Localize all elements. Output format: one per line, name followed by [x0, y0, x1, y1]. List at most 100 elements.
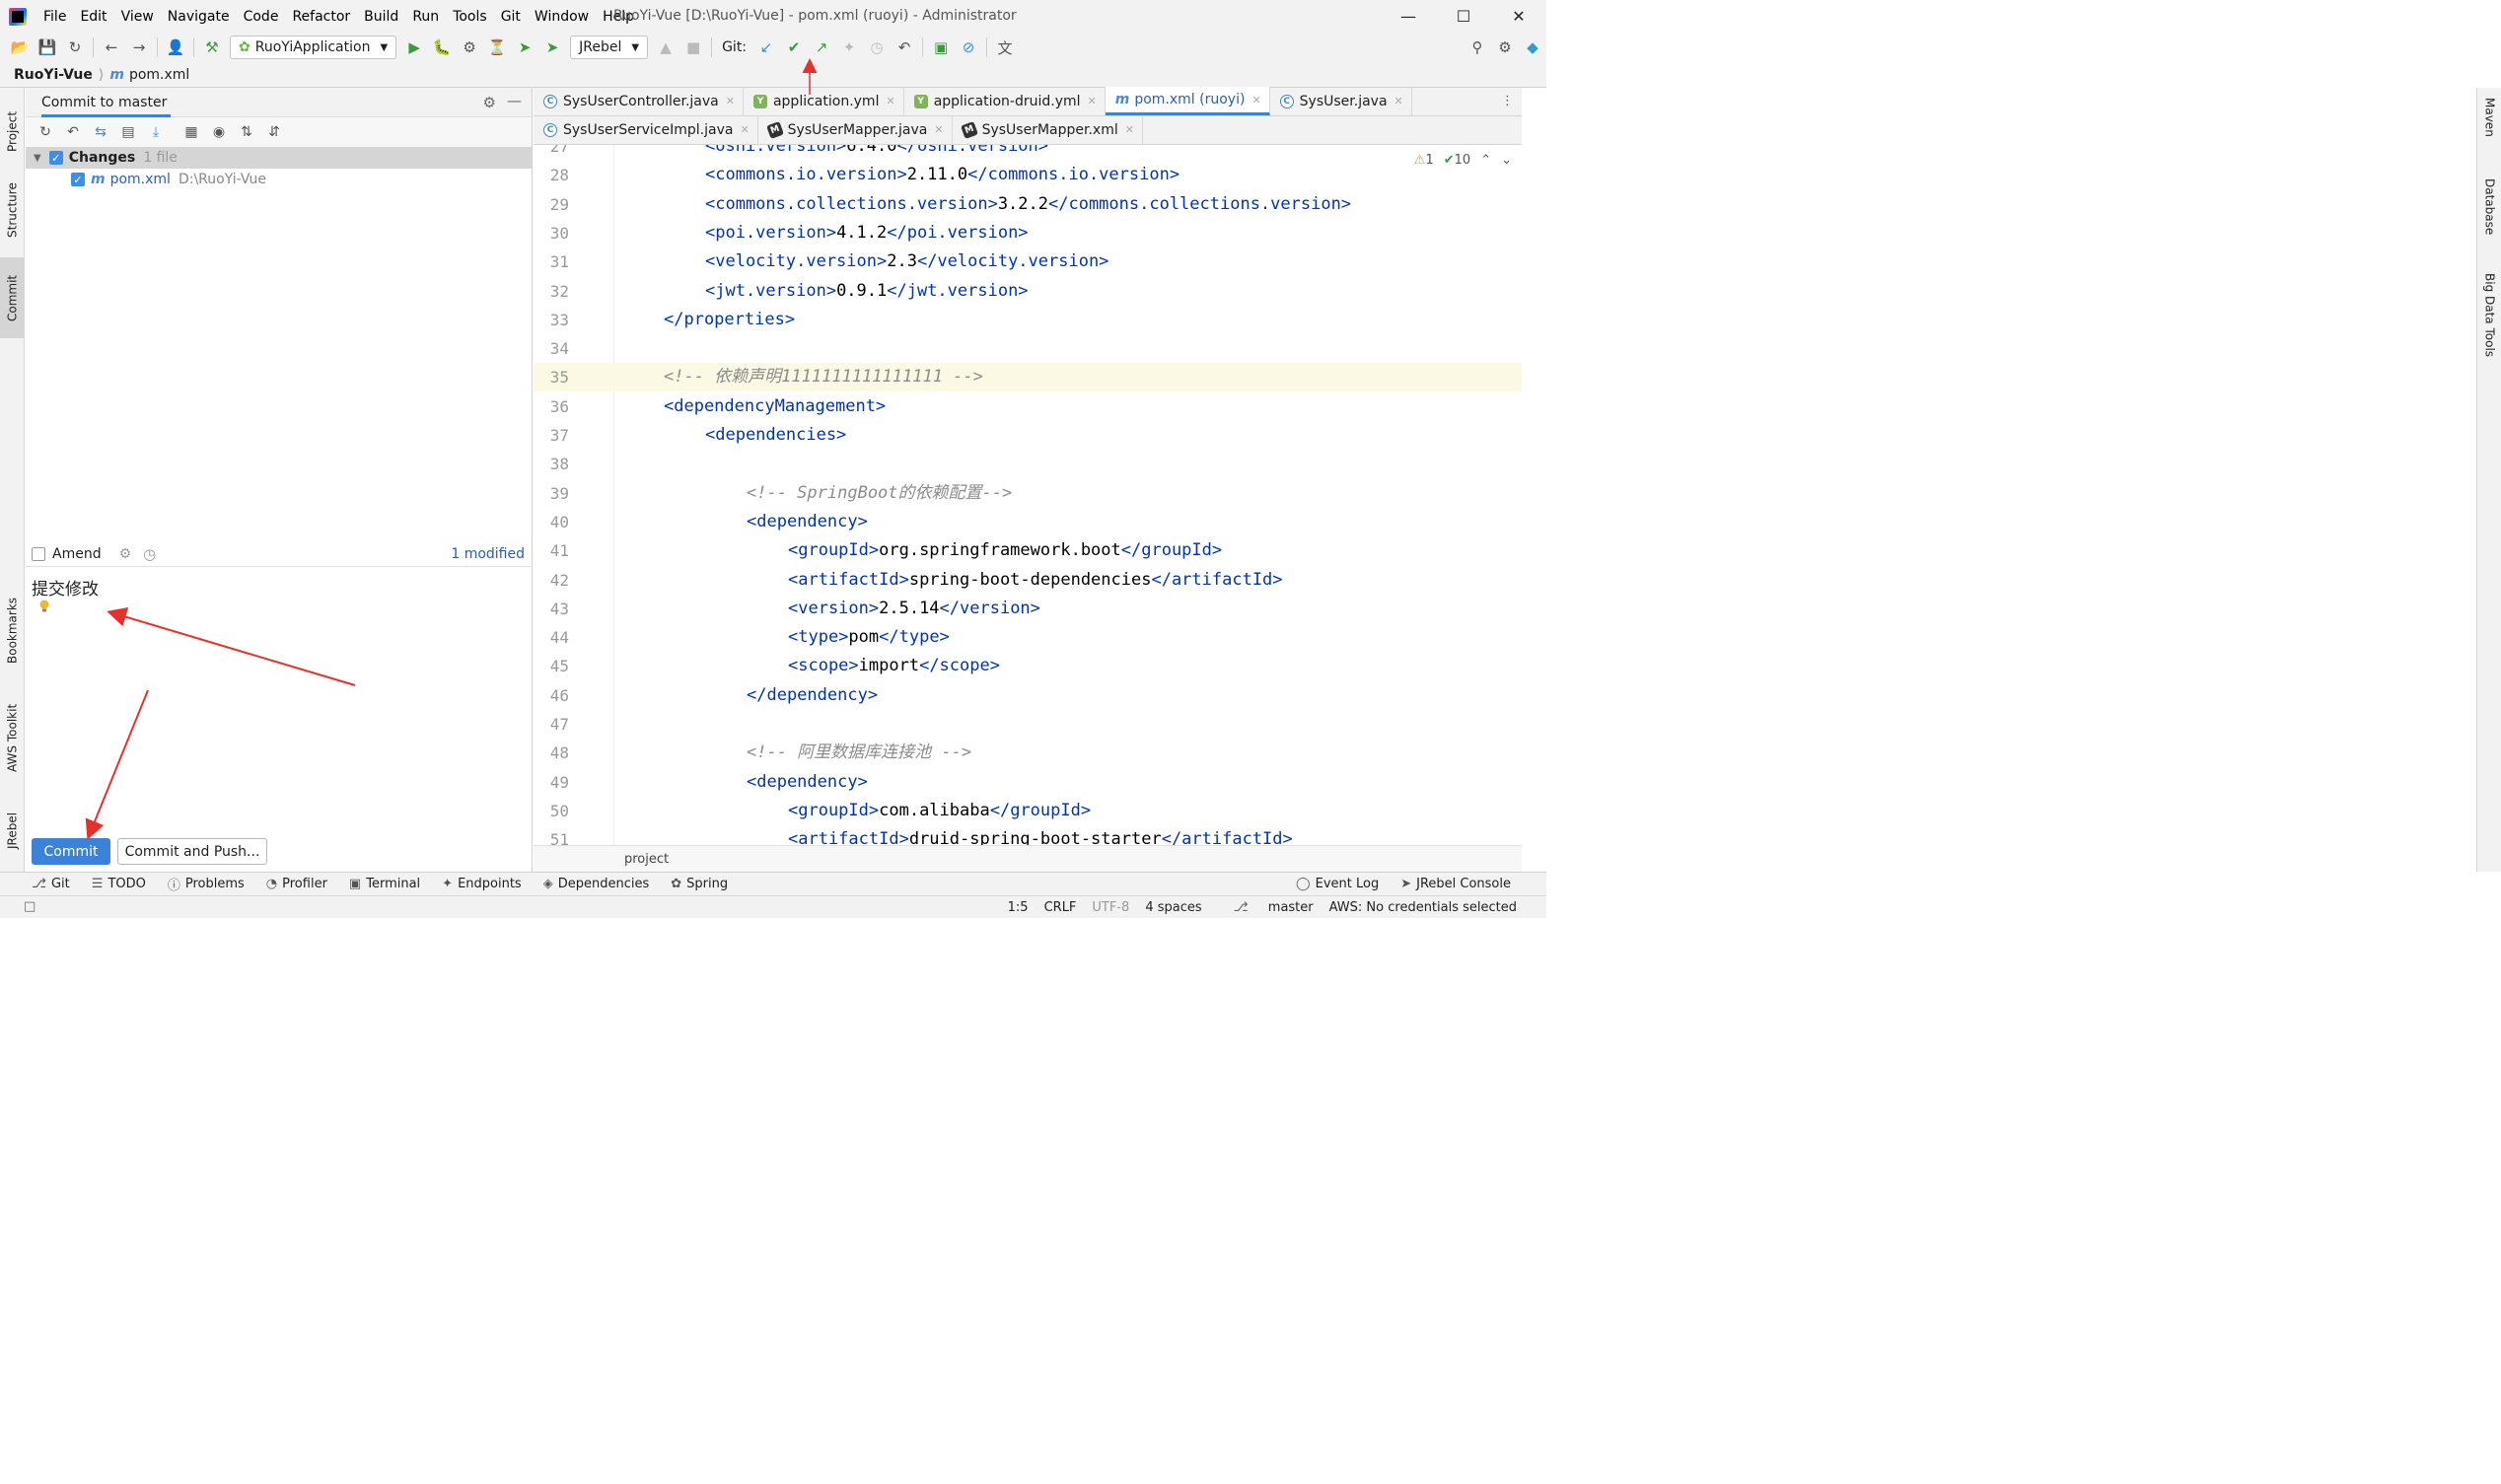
more-tabs-icon[interactable]: ⋮ [1501, 94, 1514, 108]
prev-highlight-icon[interactable]: ⌃ [1480, 153, 1491, 168]
close-tab-icon[interactable]: ✕ [1251, 94, 1260, 106]
close-tab-icon[interactable]: ✕ [726, 95, 735, 107]
code-line[interactable]: 33 </properties> [534, 306, 1522, 334]
lightbulb-icon[interactable] [39, 600, 49, 613]
git-rollback-icon[interactable]: ↶ [891, 35, 918, 60]
layout-icon[interactable]: □ [24, 899, 36, 914]
git-branch[interactable]: ⎇ master [1218, 900, 1314, 915]
aws-credentials[interactable]: AWS: No credentials selected [1329, 900, 1517, 915]
tab-bookmarks[interactable]: Bookmarks [0, 586, 25, 674]
code-line[interactable]: 29 <commons.collections.version>3.2.2</co… [534, 190, 1522, 219]
toolbox-icon[interactable]: ◆ [1519, 35, 1546, 60]
code-line[interactable]: 44 <type>pom</type> [534, 623, 1522, 652]
tab-aws-toolkit[interactable]: AWS Toolkit [0, 691, 25, 785]
commit-options-gear-icon[interactable]: ⚙ [119, 546, 132, 562]
refresh-icon[interactable]: ↻ [32, 124, 59, 140]
tool-profiler[interactable]: ◔ Profiler [266, 875, 327, 893]
inspection-widget[interactable]: ⚠1 ✔10 ⌃ ⌄ [1414, 153, 1512, 168]
code-line[interactable]: 46 </dependency> [534, 681, 1522, 710]
debug-icon[interactable]: 🐛 [428, 35, 456, 60]
code-line[interactable]: 36 <dependencyManagement> [534, 392, 1522, 421]
menu-build[interactable]: Build [357, 9, 405, 25]
group-by-icon[interactable]: ▦ [178, 124, 205, 140]
editor-breadcrumb[interactable]: project [534, 845, 1522, 872]
forward-icon[interactable]: → [125, 35, 153, 60]
code-area[interactable]: 27 <oshi.version>6.4.0</oshi.version> 28 <c… [534, 145, 1522, 845]
jrebel-update-icon[interactable]: ▲ [652, 35, 679, 60]
translate-icon[interactable]: 文 [991, 35, 1019, 60]
menu-view[interactable]: View [114, 9, 161, 25]
jrebel-run-icon[interactable]: ➤ [511, 35, 538, 60]
hide-panel-icon[interactable]: — [507, 92, 522, 109]
tool-spring[interactable]: ✿ Spring [671, 875, 728, 893]
breadcrumb-file[interactable]: pom.xml [129, 67, 189, 83]
close-tab-icon[interactable]: ✕ [1125, 123, 1134, 136]
code-line[interactable]: 27 <oshi.version>6.4.0</oshi.version> [534, 145, 1522, 161]
editor-tab[interactable]: Yapplication-druid.yml ✕ [904, 87, 1106, 115]
rollback-icon[interactable]: ↶ [59, 124, 87, 140]
menu-navigate[interactable]: Navigate [161, 9, 237, 25]
code-line[interactable]: 35 <!-- 依赖声明1111111111111111 --> [534, 363, 1522, 392]
tool-dependencies[interactable]: ◈ Dependencies [543, 875, 650, 893]
commit-panel-title[interactable]: Commit to master [41, 95, 172, 117]
gear-icon[interactable]: ⚙ [483, 94, 496, 111]
monitor-icon[interactable]: ▣ [927, 35, 955, 60]
tool-event-log[interactable]: ◯ Event Log [1296, 877, 1379, 891]
close-tab-icon[interactable]: ✕ [934, 123, 943, 136]
tool-endpoints[interactable]: ✦ Endpoints [442, 875, 522, 893]
editor-tab[interactable]: C SysUserController.java ✕ [534, 87, 744, 115]
commit-and-push-button[interactable]: Commit and Push... [117, 838, 267, 865]
sync-icon[interactable]: ↻ [61, 35, 89, 60]
code-line[interactable]: 37 <dependencies> [534, 421, 1522, 450]
code-line[interactable]: 39 <!-- SpringBoot的依赖配置--> [534, 479, 1522, 508]
shelve-icon[interactable]: ▤ [114, 124, 142, 140]
git-history-icon[interactable]: ◷ [863, 35, 891, 60]
tab-big-data-tools[interactable]: Big Data Tools [2477, 273, 2501, 382]
changes-checkbox[interactable]: ✓ [48, 151, 63, 165]
menu-edit[interactable]: Edit [73, 9, 113, 25]
settings-gear-icon[interactable]: ⚙ [1491, 35, 1519, 60]
tab-structure[interactable]: Structure [0, 175, 25, 246]
profile-icon[interactable]: ⏳ [483, 35, 511, 60]
menu-run[interactable]: Run [405, 9, 446, 25]
amend-label[interactable]: Amend [52, 546, 102, 562]
code-line[interactable]: 31 <velocity.version>2.3</velocity.versio… [534, 247, 1522, 276]
code-line[interactable]: 40 <dependency> [534, 508, 1522, 536]
save-icon[interactable]: 💾 [34, 35, 61, 60]
modified-count-link[interactable]: 1 modified [451, 546, 525, 562]
maximize-icon[interactable]: ☐ [1436, 0, 1491, 33]
open-folder-icon[interactable]: 📂 [6, 35, 34, 60]
code-line[interactable]: 38 [534, 450, 1522, 478]
diff-icon[interactable]: ⇆ [87, 124, 114, 140]
menu-refactor[interactable]: Refactor [285, 9, 357, 25]
menu-window[interactable]: Window [528, 9, 596, 25]
code-line[interactable]: 48 <!-- 阿里数据库连接池 --> [534, 739, 1522, 767]
tool-todo[interactable]: ☰ TODO [92, 875, 146, 893]
code-line[interactable]: 28 <commons.io.version>2.11.0</commons.io… [534, 161, 1522, 189]
commit-message-input[interactable]: 提交修改 [32, 575, 99, 600]
tool-jrebel-console[interactable]: ➤ JRebel Console [1400, 877, 1511, 891]
editor-tab[interactable]: m pom.xml (ruoyi) ✕ [1105, 87, 1270, 115]
code-line[interactable]: 32 <jwt.version>0.9.1</jwt.version> [534, 277, 1522, 306]
git-push-icon[interactable]: ↗ [808, 35, 835, 60]
tab-commit[interactable]: Commit [0, 257, 25, 338]
coverage-icon[interactable]: ⚙ [456, 35, 483, 60]
code-line[interactable]: 45 <scope>import</scope> [534, 652, 1522, 680]
menu-file[interactable]: File [36, 9, 73, 25]
user-icon[interactable]: 👤 [162, 35, 189, 60]
back-icon[interactable]: ← [98, 35, 125, 60]
minimize-icon[interactable]: — [1381, 0, 1436, 33]
changed-file-row[interactable]: ✓ m pom.xml D:\RuoYi-Vue [26, 169, 532, 190]
tab-project[interactable]: Project [0, 96, 25, 167]
line-separator[interactable]: CRLF [1044, 900, 1077, 915]
menu-code[interactable]: Code [237, 9, 286, 25]
commit-button[interactable]: Commit [32, 838, 110, 865]
menu-tools[interactable]: Tools [446, 9, 494, 25]
tool-terminal[interactable]: ▣ Terminal [349, 875, 420, 893]
tab-database[interactable]: Database [2477, 178, 2501, 257]
code-line[interactable]: 42 <artifactId>spring-boot-dependencies</… [534, 566, 1522, 595]
changes-group-row[interactable]: ▼ ✓ Changes 1 file [26, 147, 532, 169]
jrebel-debug-icon[interactable]: ➤ [538, 35, 566, 60]
close-tab-icon[interactable]: ✕ [886, 95, 894, 107]
menu-git[interactable]: Git [494, 9, 528, 25]
